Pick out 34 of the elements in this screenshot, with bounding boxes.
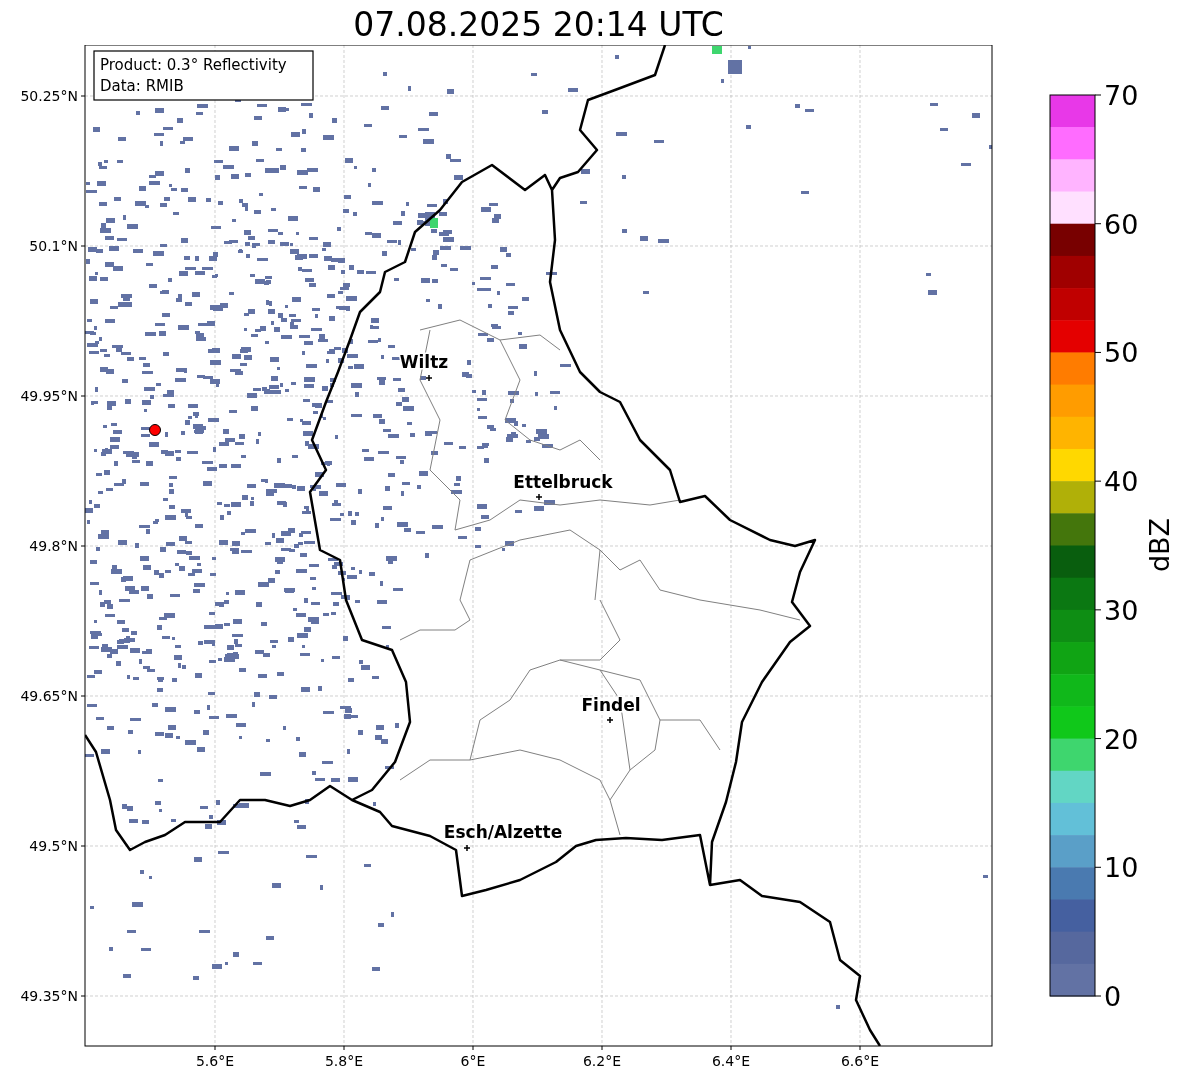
radar-site-marker [149,424,161,436]
colorbar-tick-label: 40 [1104,466,1139,498]
city-marker-icon [463,844,471,852]
colorbar-tick-label: 30 [1104,594,1139,626]
colorbar-tick-label: 70 [1104,80,1139,111]
city-marker-icon [425,374,433,382]
colorbar-tick-label: 20 [1104,723,1139,755]
info-text: Data: RMIB [100,77,184,95]
longitude-label: 5.8°E [324,1053,364,1069]
longitude-label: 6.6°E [840,1053,880,1069]
latitude-label: 49.35°N [20,988,78,1004]
latitude-label: 50.1°N [29,238,78,254]
longitude-label: 6.2°E [582,1053,622,1069]
latitude-label: 49.95°N [20,388,78,404]
chart-title: 07.08.2025 20:14 UTC [353,5,724,45]
longitude-label: 6°E [460,1053,486,1069]
city-label: Esch/Alzette [443,822,563,842]
city-label: Wiltz [399,352,449,372]
colorbar-tick-label: 10 [1104,852,1139,884]
longitude-label: 6.4°E [711,1053,751,1069]
city-label: Ettelbruck [513,472,613,492]
city-marker-icon [535,493,543,501]
longitude-label: 5.6°E [195,1053,235,1069]
latitude-label: 49.8°N [29,538,78,554]
city-marker-icon [606,716,614,724]
city-label: Findel [581,695,641,715]
latitude-label: 50.25°N [20,88,78,104]
latitude-label: 49.5°N [29,838,78,854]
colorbar-tick-label: 50 [1104,337,1139,369]
info-text: Product: 0.3° Reflectivity [100,56,287,74]
latitude-label: 49.65°N [20,688,78,704]
colorbar-tick-label: 0 [1104,981,1122,1012]
colorbar-label: dBZ [1144,517,1175,573]
colorbar-tick-label: 60 [1104,208,1139,240]
